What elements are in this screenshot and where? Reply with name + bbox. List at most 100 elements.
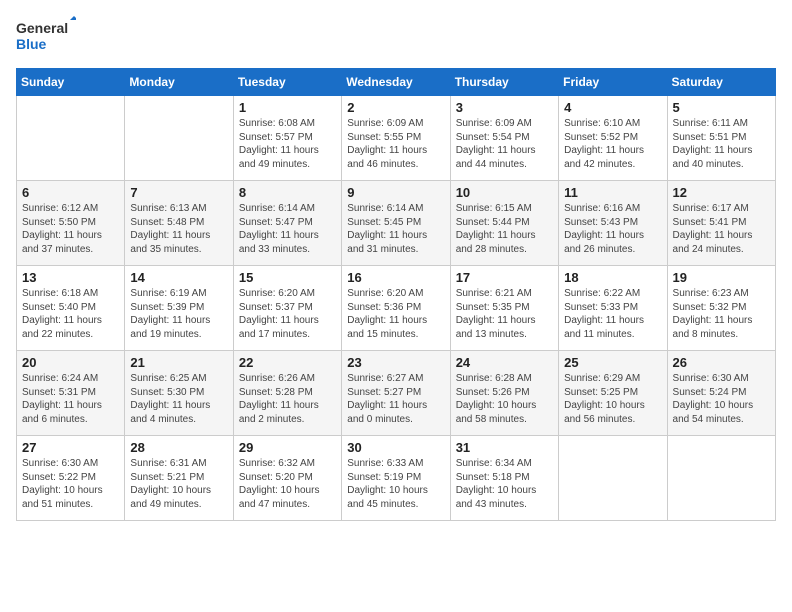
calendar-cell [17, 96, 125, 181]
calendar-cell: 7 Sunrise: 6:13 AMSunset: 5:48 PMDayligh… [125, 181, 233, 266]
calendar-cell [559, 436, 667, 521]
weekday-header-friday: Friday [559, 69, 667, 96]
svg-text:Blue: Blue [16, 36, 47, 52]
calendar-cell: 29 Sunrise: 6:32 AMSunset: 5:20 PMDaylig… [233, 436, 341, 521]
calendar-cell: 28 Sunrise: 6:31 AMSunset: 5:21 PMDaylig… [125, 436, 233, 521]
day-number: 9 [347, 185, 444, 200]
calendar-cell: 30 Sunrise: 6:33 AMSunset: 5:19 PMDaylig… [342, 436, 450, 521]
day-number: 1 [239, 100, 336, 115]
day-info: Sunrise: 6:08 AMSunset: 5:57 PMDaylight:… [239, 117, 336, 171]
day-info: Sunrise: 6:09 AMSunset: 5:55 PMDaylight:… [347, 117, 444, 171]
day-info: Sunrise: 6:20 AMSunset: 5:37 PMDaylight:… [239, 287, 336, 341]
day-number: 13 [22, 270, 119, 285]
calendar-cell: 31 Sunrise: 6:34 AMSunset: 5:18 PMDaylig… [450, 436, 558, 521]
calendar-cell: 15 Sunrise: 6:20 AMSunset: 5:37 PMDaylig… [233, 266, 341, 351]
calendar-cell: 9 Sunrise: 6:14 AMSunset: 5:45 PMDayligh… [342, 181, 450, 266]
day-info: Sunrise: 6:32 AMSunset: 5:20 PMDaylight:… [239, 457, 336, 511]
day-number: 11 [564, 185, 661, 200]
day-number: 19 [673, 270, 770, 285]
calendar-cell: 2 Sunrise: 6:09 AMSunset: 5:55 PMDayligh… [342, 96, 450, 181]
day-info: Sunrise: 6:28 AMSunset: 5:26 PMDaylight:… [456, 372, 553, 426]
week-row-1: 1 Sunrise: 6:08 AMSunset: 5:57 PMDayligh… [17, 96, 776, 181]
calendar-cell: 11 Sunrise: 6:16 AMSunset: 5:43 PMDaylig… [559, 181, 667, 266]
day-number: 2 [347, 100, 444, 115]
day-info: Sunrise: 6:12 AMSunset: 5:50 PMDaylight:… [22, 202, 119, 256]
day-number: 17 [456, 270, 553, 285]
calendar-cell: 26 Sunrise: 6:30 AMSunset: 5:24 PMDaylig… [667, 351, 775, 436]
calendar-cell: 20 Sunrise: 6:24 AMSunset: 5:31 PMDaylig… [17, 351, 125, 436]
calendar-cell: 1 Sunrise: 6:08 AMSunset: 5:57 PMDayligh… [233, 96, 341, 181]
weekday-header-monday: Monday [125, 69, 233, 96]
day-info: Sunrise: 6:13 AMSunset: 5:48 PMDaylight:… [130, 202, 227, 256]
day-number: 27 [22, 440, 119, 455]
calendar-cell: 24 Sunrise: 6:28 AMSunset: 5:26 PMDaylig… [450, 351, 558, 436]
day-number: 23 [347, 355, 444, 370]
calendar-cell: 6 Sunrise: 6:12 AMSunset: 5:50 PMDayligh… [17, 181, 125, 266]
day-info: Sunrise: 6:29 AMSunset: 5:25 PMDaylight:… [564, 372, 661, 426]
day-number: 25 [564, 355, 661, 370]
day-info: Sunrise: 6:19 AMSunset: 5:39 PMDaylight:… [130, 287, 227, 341]
calendar-table: SundayMondayTuesdayWednesdayThursdayFrid… [16, 68, 776, 521]
day-number: 7 [130, 185, 227, 200]
day-info: Sunrise: 6:33 AMSunset: 5:19 PMDaylight:… [347, 457, 444, 511]
day-number: 30 [347, 440, 444, 455]
day-info: Sunrise: 6:22 AMSunset: 5:33 PMDaylight:… [564, 287, 661, 341]
day-info: Sunrise: 6:30 AMSunset: 5:22 PMDaylight:… [22, 457, 119, 511]
calendar-cell: 21 Sunrise: 6:25 AMSunset: 5:30 PMDaylig… [125, 351, 233, 436]
day-number: 6 [22, 185, 119, 200]
day-info: Sunrise: 6:16 AMSunset: 5:43 PMDaylight:… [564, 202, 661, 256]
weekday-header-saturday: Saturday [667, 69, 775, 96]
day-number: 20 [22, 355, 119, 370]
page-header: General Blue [16, 16, 776, 56]
calendar-cell: 17 Sunrise: 6:21 AMSunset: 5:35 PMDaylig… [450, 266, 558, 351]
svg-text:General: General [16, 20, 68, 36]
day-info: Sunrise: 6:34 AMSunset: 5:18 PMDaylight:… [456, 457, 553, 511]
week-row-3: 13 Sunrise: 6:18 AMSunset: 5:40 PMDaylig… [17, 266, 776, 351]
day-number: 10 [456, 185, 553, 200]
day-info: Sunrise: 6:18 AMSunset: 5:40 PMDaylight:… [22, 287, 119, 341]
calendar-cell: 8 Sunrise: 6:14 AMSunset: 5:47 PMDayligh… [233, 181, 341, 266]
weekday-header-row: SundayMondayTuesdayWednesdayThursdayFrid… [17, 69, 776, 96]
day-info: Sunrise: 6:11 AMSunset: 5:51 PMDaylight:… [673, 117, 770, 171]
day-info: Sunrise: 6:14 AMSunset: 5:47 PMDaylight:… [239, 202, 336, 256]
day-info: Sunrise: 6:10 AMSunset: 5:52 PMDaylight:… [564, 117, 661, 171]
day-number: 12 [673, 185, 770, 200]
day-number: 29 [239, 440, 336, 455]
calendar-cell: 16 Sunrise: 6:20 AMSunset: 5:36 PMDaylig… [342, 266, 450, 351]
day-number: 28 [130, 440, 227, 455]
weekday-header-tuesday: Tuesday [233, 69, 341, 96]
calendar-cell: 13 Sunrise: 6:18 AMSunset: 5:40 PMDaylig… [17, 266, 125, 351]
week-row-2: 6 Sunrise: 6:12 AMSunset: 5:50 PMDayligh… [17, 181, 776, 266]
day-info: Sunrise: 6:15 AMSunset: 5:44 PMDaylight:… [456, 202, 553, 256]
weekday-header-thursday: Thursday [450, 69, 558, 96]
day-info: Sunrise: 6:24 AMSunset: 5:31 PMDaylight:… [22, 372, 119, 426]
day-number: 15 [239, 270, 336, 285]
calendar-cell: 25 Sunrise: 6:29 AMSunset: 5:25 PMDaylig… [559, 351, 667, 436]
day-number: 8 [239, 185, 336, 200]
day-info: Sunrise: 6:09 AMSunset: 5:54 PMDaylight:… [456, 117, 553, 171]
day-number: 14 [130, 270, 227, 285]
day-number: 18 [564, 270, 661, 285]
day-info: Sunrise: 6:21 AMSunset: 5:35 PMDaylight:… [456, 287, 553, 341]
day-number: 4 [564, 100, 661, 115]
logo-svg: General Blue [16, 16, 76, 56]
day-number: 31 [456, 440, 553, 455]
day-info: Sunrise: 6:31 AMSunset: 5:21 PMDaylight:… [130, 457, 227, 511]
calendar-cell: 5 Sunrise: 6:11 AMSunset: 5:51 PMDayligh… [667, 96, 775, 181]
calendar-cell: 27 Sunrise: 6:30 AMSunset: 5:22 PMDaylig… [17, 436, 125, 521]
day-number: 26 [673, 355, 770, 370]
calendar-cell: 22 Sunrise: 6:26 AMSunset: 5:28 PMDaylig… [233, 351, 341, 436]
week-row-4: 20 Sunrise: 6:24 AMSunset: 5:31 PMDaylig… [17, 351, 776, 436]
calendar-cell: 14 Sunrise: 6:19 AMSunset: 5:39 PMDaylig… [125, 266, 233, 351]
day-number: 24 [456, 355, 553, 370]
calendar-cell: 18 Sunrise: 6:22 AMSunset: 5:33 PMDaylig… [559, 266, 667, 351]
day-number: 21 [130, 355, 227, 370]
day-number: 22 [239, 355, 336, 370]
calendar-cell: 23 Sunrise: 6:27 AMSunset: 5:27 PMDaylig… [342, 351, 450, 436]
weekday-header-sunday: Sunday [17, 69, 125, 96]
day-info: Sunrise: 6:14 AMSunset: 5:45 PMDaylight:… [347, 202, 444, 256]
day-info: Sunrise: 6:25 AMSunset: 5:30 PMDaylight:… [130, 372, 227, 426]
day-number: 16 [347, 270, 444, 285]
week-row-5: 27 Sunrise: 6:30 AMSunset: 5:22 PMDaylig… [17, 436, 776, 521]
calendar-cell: 3 Sunrise: 6:09 AMSunset: 5:54 PMDayligh… [450, 96, 558, 181]
